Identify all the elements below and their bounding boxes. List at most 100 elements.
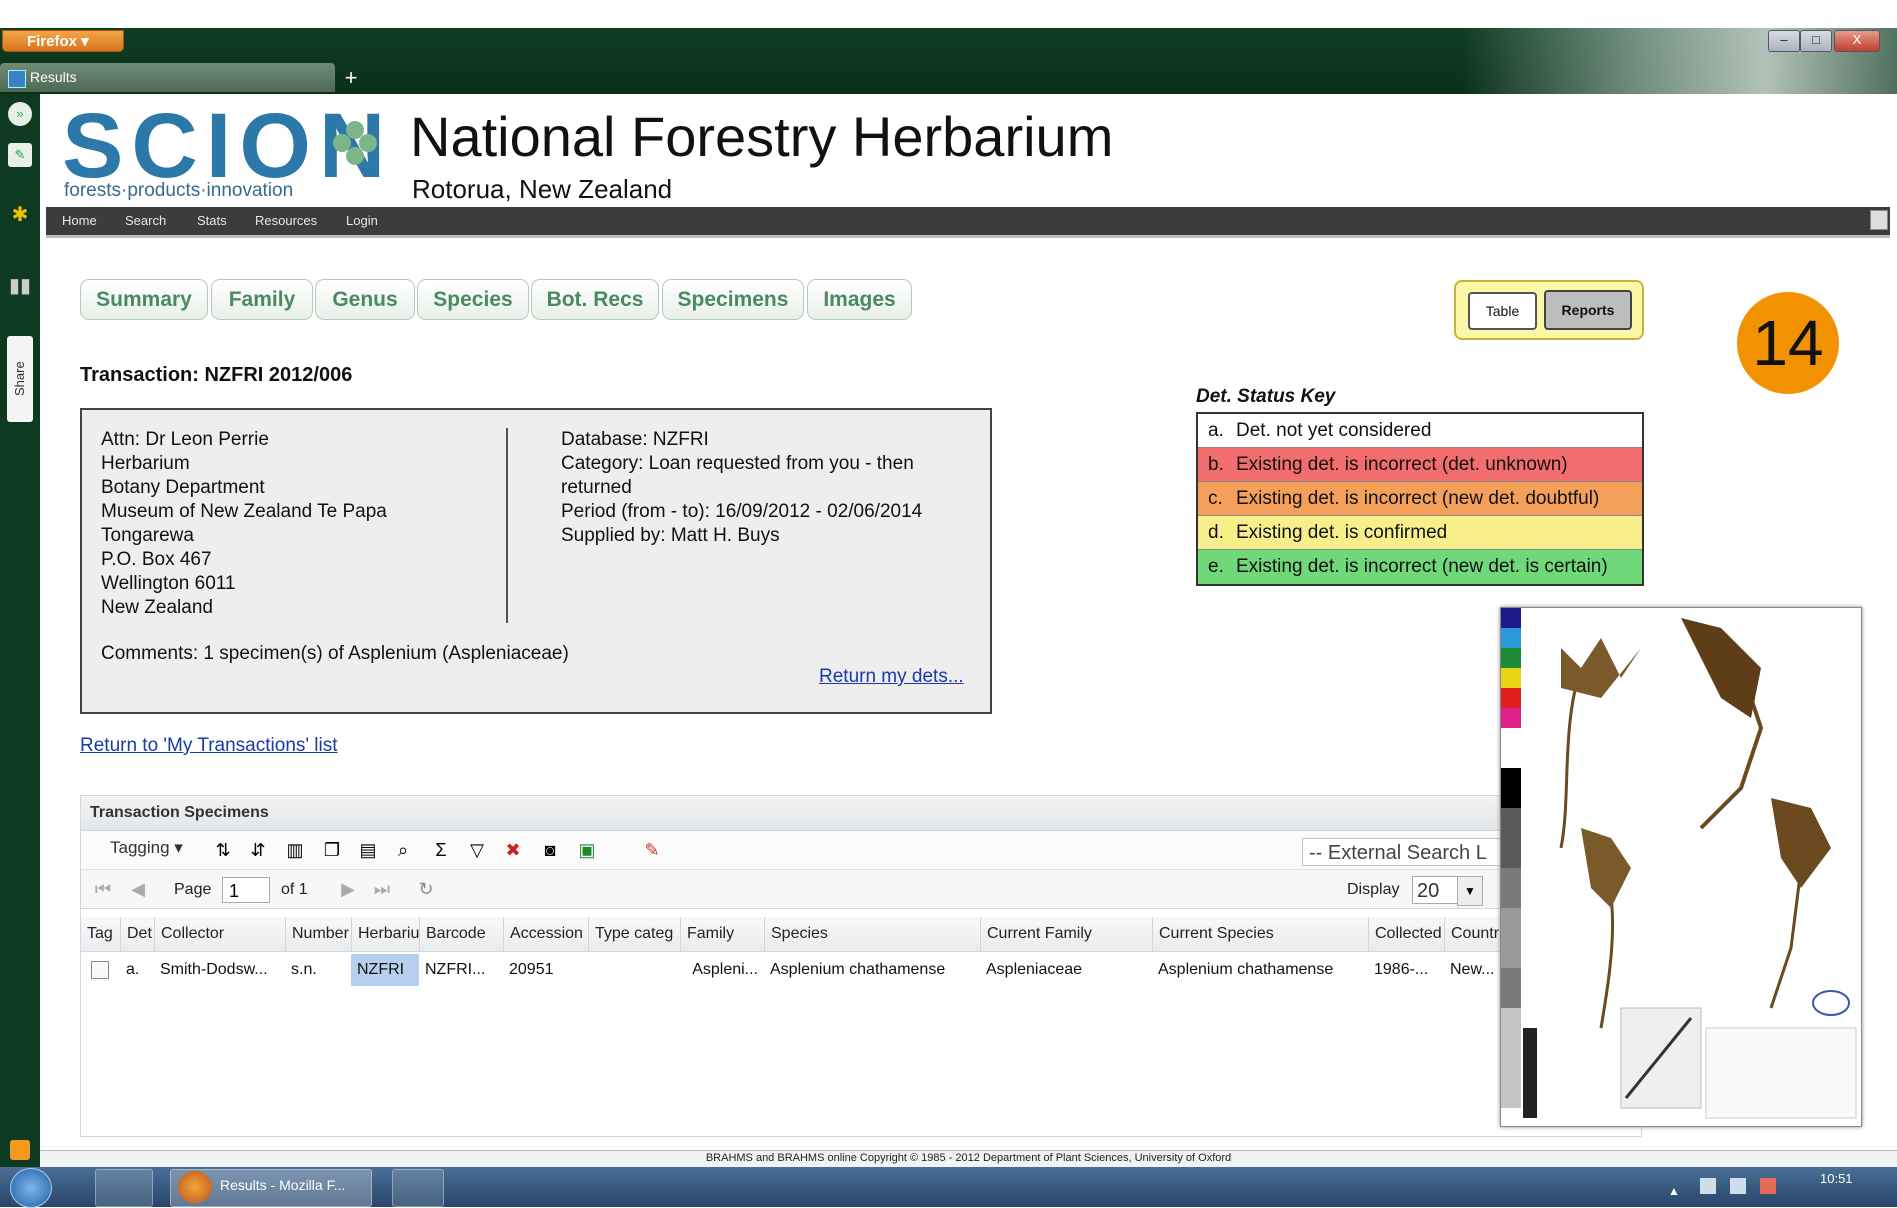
yoono-icon[interactable] <box>10 1140 30 1160</box>
return-dets-link[interactable]: Return my dets... <box>819 666 964 688</box>
volume-icon[interactable] <box>1760 1178 1776 1194</box>
cell-number[interactable]: s.n. <box>285 954 351 986</box>
col-barcode[interactable]: Barcode <box>419 917 503 951</box>
cell-current-species[interactable]: Asplenium chathamense <box>1152 954 1368 986</box>
det-key-text: Existing det. is incorrect (new det. dou… <box>1236 488 1600 509</box>
taskbar-clock[interactable]: 10:51 <box>1820 1171 1853 1186</box>
network-icon[interactable] <box>1730 1178 1746 1194</box>
star-icon[interactable]: ✱ <box>8 203 32 227</box>
sort-ascending-icon[interactable]: ⇅ <box>211 838 235 862</box>
det-key-text: Existing det. is incorrect (det. unknown… <box>1236 454 1568 475</box>
grid-pager <box>81 870 1639 909</box>
first-page-icon[interactable]: ⏮ <box>91 877 115 901</box>
col-current-family[interactable]: Current Family <box>980 917 1152 951</box>
tab-family[interactable]: Family <box>211 279 313 320</box>
flag-icon[interactable] <box>1700 1178 1716 1194</box>
specimen-image[interactable] <box>1500 607 1862 1127</box>
page-number-input[interactable]: 1 <box>222 877 270 903</box>
cell-species[interactable]: Asplenium chathamense <box>764 954 980 986</box>
tools-icon[interactable]: ✎ <box>8 143 32 167</box>
nav-widget-icon[interactable] <box>1870 210 1888 230</box>
sort-descending-icon[interactable]: ⇵ <box>246 838 270 862</box>
cell-family[interactable]: Aspleni... <box>680 954 764 986</box>
search-icon[interactable]: ⌕ <box>391 838 415 862</box>
det-key-text: Existing det. is confirmed <box>1236 522 1448 543</box>
nav-home[interactable]: Home <box>62 207 97 235</box>
cell-type-category[interactable] <box>588 954 680 986</box>
det-key-text: Det. not yet considered <box>1236 420 1432 441</box>
table-view-button[interactable]: Table <box>1468 292 1537 330</box>
page-label: Page <box>174 881 212 898</box>
nav-login[interactable]: Login <box>346 207 378 235</box>
cell-herbarium[interactable]: NZFRI <box>351 954 419 986</box>
tab-summary[interactable]: Summary <box>80 279 208 320</box>
firefox-menu-button[interactable]: Firefox ▾ <box>2 30 124 52</box>
cell-collector[interactable]: Smith-Dodsw... <box>154 954 285 986</box>
edit-icon[interactable]: ✎ <box>640 838 664 862</box>
cell-country[interactable]: New... <box>1444 954 1500 986</box>
page-size-select[interactable]: 20 <box>1412 876 1458 904</box>
cell-barcode[interactable]: NZFRI... <box>419 954 503 986</box>
chevron-down-icon[interactable]: ▼ <box>1457 876 1483 906</box>
external-search-select[interactable]: -- External Search L <box>1302 838 1502 866</box>
return-transactions-link[interactable]: Return to 'My Transactions' list <box>80 735 338 757</box>
new-tab-button[interactable]: + <box>338 66 364 90</box>
cell-collected[interactable]: 1986-... <box>1368 954 1444 986</box>
det-key-title: Det. Status Key <box>1196 386 1336 407</box>
panel-icon[interactable]: ▮▮ <box>8 274 32 298</box>
tab-genus[interactable]: Genus <box>315 279 415 320</box>
tray-expand-icon[interactable]: ▲ <box>1668 1184 1680 1198</box>
tagging-menu[interactable]: Tagging ▾ <box>110 838 183 858</box>
col-number[interactable]: Number <box>285 917 351 951</box>
last-page-icon[interactable]: ⏭ <box>370 877 394 901</box>
row-tag-checkbox[interactable] <box>91 961 109 979</box>
col-collected[interactable]: Collected <box>1368 917 1444 951</box>
minimize-button[interactable]: – <box>1768 30 1800 52</box>
reports-view-button[interactable]: Reports <box>1544 290 1632 330</box>
prev-page-icon[interactable]: ◀ <box>126 877 150 901</box>
col-species[interactable]: Species <box>764 917 980 951</box>
tab-specimens[interactable]: Specimens <box>662 279 804 320</box>
explorer-taskbar-button[interactable] <box>95 1169 153 1207</box>
col-collector[interactable]: Collector <box>154 917 285 951</box>
cell-current-family[interactable]: Aspleniaceae <box>980 954 1152 986</box>
cell-det[interactable]: a. <box>120 954 154 986</box>
top-margin <box>0 0 1897 28</box>
address-line: Botany Department <box>101 477 265 498</box>
supplied-by-line: Supplied by: Matt H. Buys <box>561 525 780 546</box>
tab-species[interactable]: Species <box>417 279 529 320</box>
main-nav <box>46 207 1890 238</box>
export-icon[interactable]: ▤ <box>356 838 380 862</box>
refresh-icon[interactable]: ↻ <box>414 877 438 901</box>
copy-icon[interactable]: ❐ <box>320 838 344 862</box>
sum-icon[interactable]: Σ <box>429 838 453 862</box>
nav-stats[interactable]: Stats <box>197 207 227 235</box>
col-type-category[interactable]: Type categ <box>588 917 680 951</box>
next-page-icon[interactable]: ▶ <box>336 877 360 901</box>
col-tag[interactable]: Tag <box>81 917 121 951</box>
restore-button[interactable]: □ <box>1800 30 1832 52</box>
app-taskbar-button[interactable] <box>392 1169 444 1207</box>
barcode-icon[interactable]: ▥ <box>283 838 307 862</box>
col-family[interactable]: Family <box>680 917 764 951</box>
excel-icon[interactable]: ▣ <box>575 838 599 862</box>
tab-favicon-icon <box>8 70 26 88</box>
nav-search[interactable]: Search <box>125 207 166 235</box>
col-country[interactable]: Countr <box>1444 917 1500 951</box>
nav-resources[interactable]: Resources <box>255 207 317 235</box>
col-herbarium[interactable]: Herbariu <box>351 917 419 951</box>
close-button[interactable]: X <box>1834 30 1880 52</box>
tab-bot-recs[interactable]: Bot. Recs <box>531 279 659 320</box>
col-accession[interactable]: Accession <box>503 917 588 951</box>
start-button[interactable] <box>10 1168 52 1208</box>
camera-icon[interactable]: ◙ <box>538 838 562 862</box>
cell-accession[interactable]: 20951 <box>503 954 588 986</box>
filter-icon[interactable]: ▽ <box>465 838 489 862</box>
clover-icon <box>333 121 377 165</box>
col-current-species[interactable]: Current Species <box>1152 917 1368 951</box>
col-det[interactable]: Det <box>120 917 154 951</box>
database-line: Database: NZFRI <box>561 429 709 450</box>
clear-filter-icon[interactable]: ✖ <box>501 838 525 862</box>
expand-icon[interactable]: » <box>8 102 32 126</box>
tab-images[interactable]: Images <box>807 279 912 320</box>
